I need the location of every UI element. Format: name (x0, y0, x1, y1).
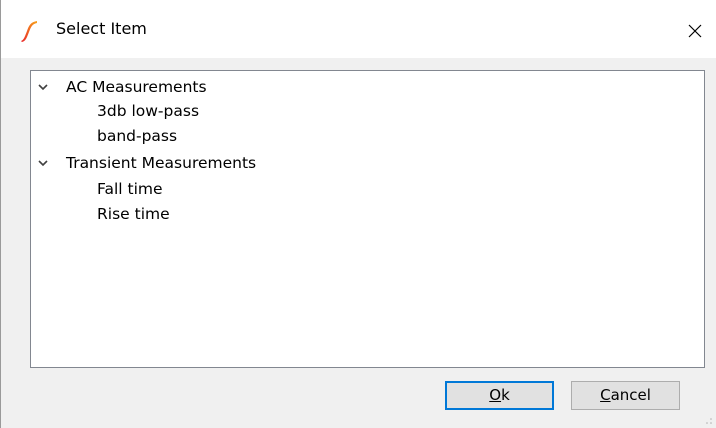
tree-group-label: AC Measurements (66, 78, 207, 96)
spice-app-icon (19, 20, 39, 42)
cancel-label-rest: ancel (610, 386, 651, 404)
close-icon (688, 24, 702, 38)
ok-label-rest: k (501, 386, 510, 404)
tree-item-label: band-pass (97, 127, 178, 145)
tree-item-label: 3db low-pass (97, 102, 200, 120)
tree-item[interactable]: 3db low-pass (97, 99, 199, 123)
measurement-tree[interactable]: AC Measurements 3db low-pass band-pass T… (30, 70, 705, 368)
ok-button[interactable]: Ok (445, 381, 554, 410)
cancel-mnemonic: C (600, 386, 611, 404)
resize-grip-icon[interactable] (705, 417, 713, 425)
tree-item[interactable]: Fall time (97, 177, 163, 201)
select-item-dialog: Select Item AC Measurements 3db low-pass… (0, 0, 716, 428)
tree-group-label: Transient Measurements (66, 154, 257, 172)
chevron-down-icon[interactable] (37, 81, 49, 93)
ok-mnemonic: O (489, 386, 502, 404)
dialog-title: Select Item (56, 19, 147, 38)
tree-item-label: Rise time (97, 205, 170, 223)
tree-item[interactable]: band-pass (97, 124, 177, 148)
tree-item[interactable]: Rise time (97, 202, 170, 226)
chevron-down-icon[interactable] (37, 157, 49, 169)
title-bar[interactable]: Select Item (1, 0, 716, 58)
tree-item-label: Fall time (97, 180, 163, 198)
cancel-button[interactable]: Cancel (571, 381, 680, 410)
close-button[interactable] (670, 10, 716, 50)
